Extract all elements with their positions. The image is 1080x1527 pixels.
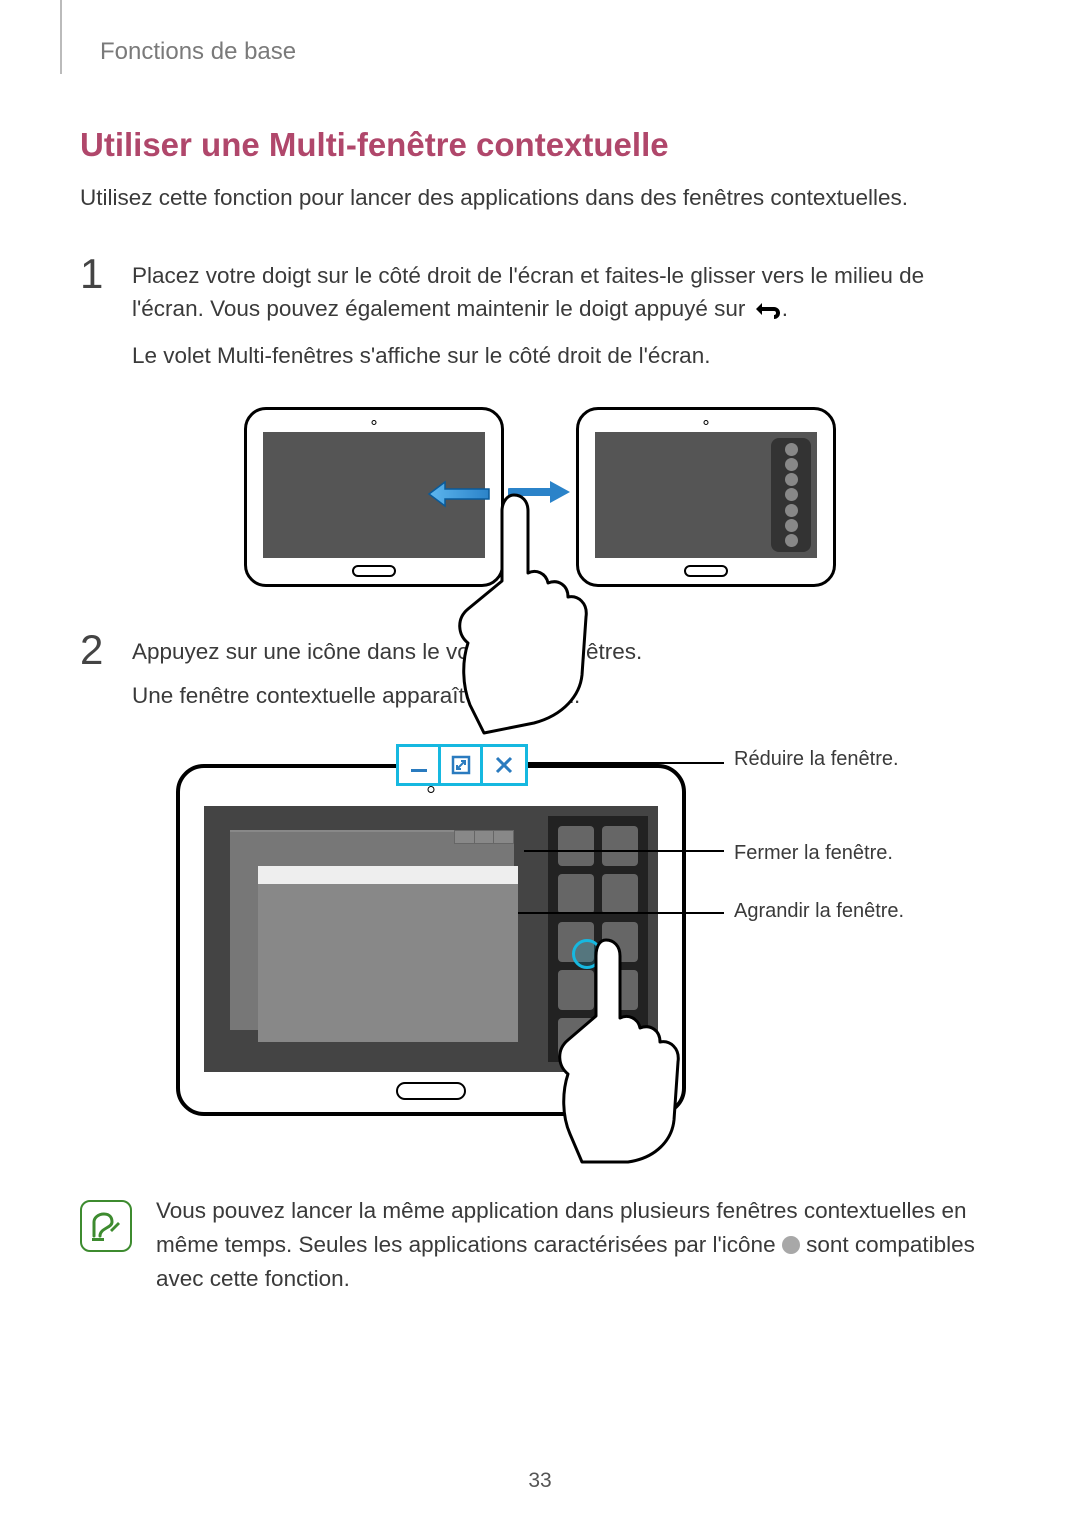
header-rule bbox=[60, 0, 62, 74]
tablet-before bbox=[244, 407, 504, 587]
intro-paragraph: Utilisez cette fonction pour lancer des … bbox=[80, 182, 1000, 215]
window-titlebar-icons bbox=[454, 830, 514, 844]
step-1-text-2: Le volet Multi-fenêtres s'affiche sur le… bbox=[132, 339, 1000, 373]
callout-line bbox=[524, 850, 724, 852]
transition-arrow-icon bbox=[504, 477, 576, 507]
step-1: 1 Placez votre doigt sur le côté droit d… bbox=[80, 251, 1000, 383]
maximize-icon bbox=[441, 747, 483, 783]
step-number: 2 bbox=[80, 627, 132, 723]
note-block: Vous pouvez lancer la même application d… bbox=[80, 1194, 1000, 1295]
callout-line bbox=[482, 912, 724, 914]
swipe-arrow-icon bbox=[427, 479, 491, 514]
step-2-text-2: Une fenêtre contextuelle apparaît sur l'… bbox=[132, 679, 1000, 713]
step-number: 1 bbox=[80, 251, 132, 383]
tablet-large bbox=[176, 764, 686, 1116]
section-title: Utiliser une Multi-fenêtre contextuelle bbox=[80, 126, 1000, 164]
window-controls bbox=[396, 744, 528, 786]
callout-line bbox=[524, 762, 724, 764]
minimize-icon bbox=[399, 747, 441, 783]
popup-window-front bbox=[258, 866, 518, 1042]
figure-2: Réduire la fenêtre. Fermer la fenêtre. A… bbox=[176, 744, 1000, 1154]
breadcrumb: Fonctions de base bbox=[100, 38, 1000, 66]
compat-badge-icon bbox=[782, 1236, 800, 1254]
step-2-text: Appuyez sur une icône dans le volet Mult… bbox=[132, 635, 1000, 669]
multiwindow-tray bbox=[771, 438, 811, 552]
callout-close: Fermer la fenêtre. bbox=[734, 840, 893, 867]
close-icon bbox=[483, 747, 525, 783]
page-number: 33 bbox=[528, 1469, 551, 1493]
tablet-after bbox=[576, 407, 836, 587]
back-icon bbox=[752, 295, 782, 329]
callout-enlarge: Agrandir la fenêtre. bbox=[734, 898, 914, 925]
note-icon bbox=[80, 1200, 132, 1252]
step-2: 2 Appuyez sur une icône dans le volet Mu… bbox=[80, 627, 1000, 723]
figure-1: Volet Multi-fenêtres bbox=[80, 407, 1000, 587]
multiwindow-tray bbox=[548, 816, 648, 1062]
note-text: Vous pouvez lancer la même application d… bbox=[156, 1194, 1000, 1295]
callout-reduce: Réduire la fenêtre. bbox=[734, 746, 914, 773]
step-1-text: Placez votre doigt sur le côté droit de … bbox=[132, 259, 1000, 330]
